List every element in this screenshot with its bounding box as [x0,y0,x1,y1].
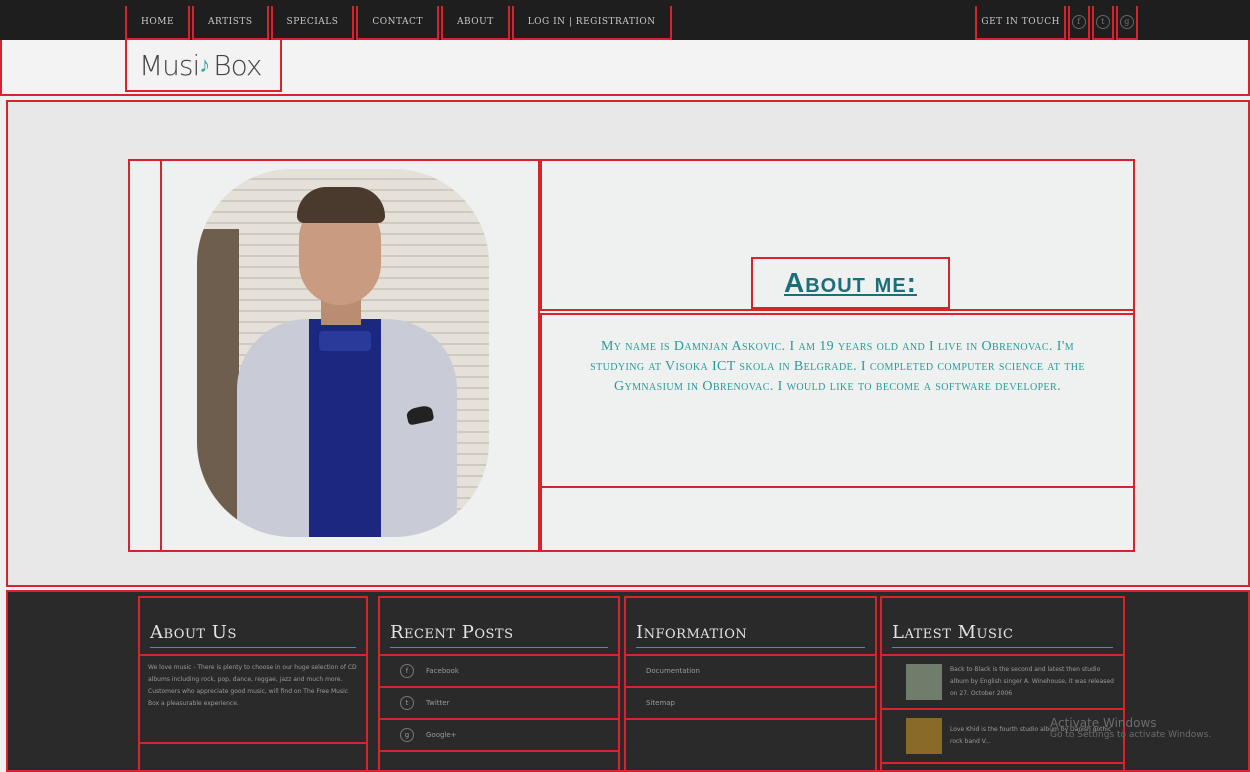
activate-windows-watermark: Activate Windows Go to Settings to activ… [1050,716,1212,740]
nav-about[interactable]: ABOUT [440,6,510,40]
google-plus-icon[interactable]: g [1116,6,1138,40]
twitter-icon: t [400,696,414,710]
about-title-section: About me: [540,159,1135,311]
info-documentation-link[interactable]: Documentation [626,656,875,688]
footer-information-title: Information [636,622,865,648]
album-thumbnail [906,664,942,700]
header: Musi ♪ Box [0,40,1250,96]
photo-column [160,159,540,552]
logo-text-b: Box [213,48,262,82]
footer: About Us We love music - There is plenty… [6,590,1250,772]
logo-text-a: Musi [139,48,200,82]
footer-recent-posts-title: Recent Posts [390,622,608,648]
top-navigation-bar: HOME ARTISTS SPECIALS CONTACT ABOUT LOG … [0,0,1250,40]
nav-contact[interactable]: CONTACT [356,6,439,40]
footer-about-us-text: We love music - There is plenty to choos… [140,656,366,744]
footer-about-us: About Us We love music - There is plenty… [138,596,368,772]
footer-latest-music: Latest Music Back to Black is the second… [880,596,1125,772]
footer-latest-music-title: Latest Music [892,622,1113,648]
nav-login-registration[interactable]: LOG IN | REGISTRATION [511,6,672,40]
facebook-icon: f [400,664,414,678]
main-content: About me: My name is Damnjan Askovic. I … [6,100,1250,587]
recent-post-google-plus[interactable]: g Google+ [380,720,618,752]
about-title: About me: [751,257,950,309]
about-text: My name is Damnjan Askovic. I am 19 year… [590,339,1085,394]
nav-artists[interactable]: ARTISTS [192,6,269,40]
latest-music-item[interactable]: Back to Black is the second and latest t… [882,656,1123,710]
social-nav: GET IN TOUCH f t g [975,6,1140,40]
about-card: About me: My name is Damnjan Askovic. I … [128,159,1135,552]
about-empty-section [540,486,1135,552]
footer-information: Information Documentation Sitemap [624,596,877,772]
footer-recent-posts: Recent Posts f Facebook t Twitter g Google+ [378,596,620,772]
music-note-icon: ♪ [199,53,210,78]
nav-home[interactable]: HOME [125,6,191,40]
site-logo[interactable]: Musi ♪ Box [125,40,282,92]
about-text-section: My name is Damnjan Askovic. I am 19 year… [540,313,1135,488]
google-plus-icon: g [400,728,414,742]
recent-post-twitter[interactable]: t Twitter [380,688,618,720]
main-nav: HOME ARTISTS SPECIALS CONTACT ABOUT LOG … [125,6,674,40]
twitter-icon[interactable]: t [1092,6,1114,40]
page: HOME ARTISTS SPECIALS CONTACT ABOUT LOG … [0,0,1250,772]
facebook-icon[interactable]: f [1068,6,1090,40]
album-thumbnail [906,718,942,754]
recent-post-facebook[interactable]: f Facebook [380,656,618,688]
get-in-touch-link[interactable]: GET IN TOUCH [975,6,1066,40]
footer-about-us-title: About Us [150,622,356,648]
profile-photo [197,169,489,537]
nav-specials[interactable]: SPECIALS [270,6,355,40]
info-sitemap-link[interactable]: Sitemap [626,688,875,720]
